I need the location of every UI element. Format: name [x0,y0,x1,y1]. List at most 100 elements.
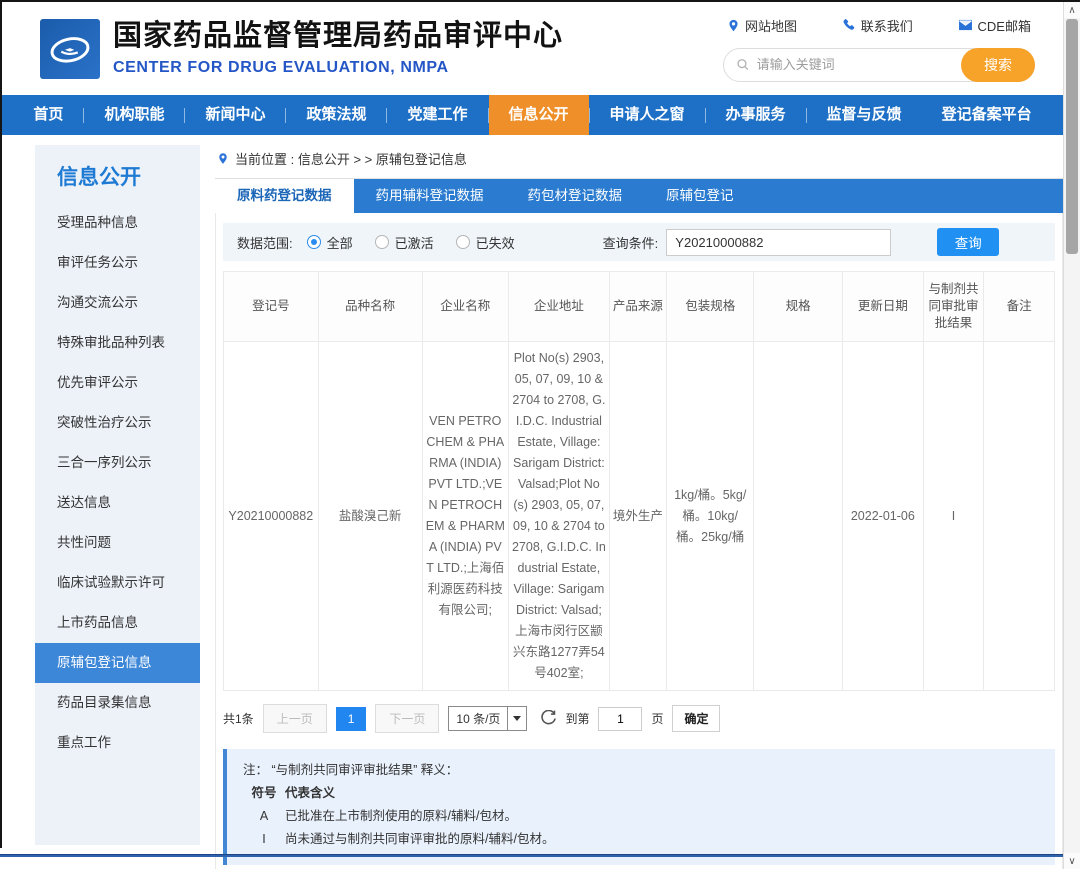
sidebar: 信息公开 受理品种信息 审评任务公示 沟通交流公示 特殊审批品种列表 优先审评公… [35,145,200,845]
content-panel: 数据范围: 全部 已激活 已失效 查询条件: [215,213,1063,869]
nav-party-building[interactable]: 党建工作 [387,95,487,135]
current-page-button[interactable]: 1 [336,707,367,731]
notes-line1: 注： “与制剂共同审评审批结果” 释义： [243,759,1039,782]
sidebar-item-drug-catalog[interactable]: 药品目录集信息 [35,683,200,723]
notes-symbol-i: I [243,828,285,851]
link-cde-mail[interactable]: CDE邮箱 [958,16,1031,35]
col-company-name: 企业名称 [422,272,508,342]
sidebar-item-communication[interactable]: 沟通交流公示 [35,283,200,323]
goto-unit: 页 [651,710,663,727]
tab-bar: 原料药登记数据 药用辅料登记数据 药包材登记数据 原辅包登记 [215,179,1063,213]
radio-option-expired[interactable]: 已失效 [456,233,515,252]
main-nav: 首页 机构职能 新闻中心 政策法规 党建工作 信息公开 申请人之窗 办事服务 监… [2,95,1063,135]
tab-packaging-registration-data[interactable]: 药包材登记数据 [506,179,645,213]
cell-remarks [984,342,1055,691]
radio-expired-icon[interactable] [456,235,470,249]
sidebar-item-api-excipient-registration[interactable]: 原辅包登记信息 [35,643,200,683]
goto-page-input[interactable] [598,707,642,731]
search-button[interactable]: 搜索 [961,48,1035,82]
sidebar-item-key-work[interactable]: 重点工作 [35,723,200,763]
scrollbar-thumb[interactable] [1066,19,1078,254]
col-remarks: 备注 [984,272,1055,342]
notes-symbol-header: 符号 [243,782,285,805]
sidebar-item-clinical-trial-license[interactable]: 临床试验默示许可 [35,563,200,603]
notes-symbol-a: A [243,805,285,828]
breadcrumb-text: 当前位置 : 信息公开 > > 原辅包登记信息 [235,149,467,168]
nav-news[interactable]: 新闻中心 [185,95,285,135]
scope-label: 数据范围: [237,233,293,252]
breadcrumb: 当前位置 : 信息公开 > > 原辅包登记信息 [215,145,1063,179]
sidebar-item-breakthrough-therapy[interactable]: 突破性治疗公示 [35,403,200,443]
link-contact[interactable]: 联系我们 [842,16,913,35]
tab-api-registration-data[interactable]: 原料药登记数据 [215,179,354,213]
tab-excipient-registration-data[interactable]: 药用辅料登记数据 [354,179,506,213]
scroll-up-icon[interactable]: ∧ [1064,2,1080,18]
nav-registration-platform[interactable]: 登记备案平台 [922,95,1052,135]
col-company-address: 企业地址 [508,272,609,342]
sidebar-item-priority-review[interactable]: 优先审评公示 [35,363,200,403]
location-pin-icon [727,18,740,33]
sidebar-item-accepted-varieties[interactable]: 受理品种信息 [35,203,200,243]
refresh-button[interactable] [540,710,557,727]
nav-info-disclosure[interactable]: 信息公开 [489,95,589,135]
site-subtitle: CENTER FOR DRUG EVALUATION, NMPA [113,59,563,77]
phone-icon [842,18,856,32]
sidebar-item-three-in-one[interactable]: 三合一序列公示 [35,443,200,483]
nav-supervision-feedback[interactable]: 监督与反馈 [807,95,922,135]
link-cde-mail-label: CDE邮箱 [978,16,1031,35]
confirm-button[interactable]: 确定 [672,705,720,732]
cde-logo [40,19,100,79]
nav-policies[interactable]: 政策法规 [286,95,386,135]
footer-divider [0,854,1063,857]
nav-services[interactable]: 办事服务 [706,95,806,135]
sidebar-title: 信息公开 [35,161,200,191]
table-header-row: 登记号 品种名称 企业名称 企业地址 产品来源 包装规格 规格 更新日期 与制剂… [224,272,1055,342]
notes-header-row: 符号 代表含义 [243,782,1039,805]
radio-activated-icon[interactable] [375,235,389,249]
content-area: 当前位置 : 信息公开 > > 原辅包登记信息 原料药登记数据 药用辅料登记数据… [215,145,1063,845]
nav-home[interactable]: 首页 [13,95,83,135]
sidebar-item-common-issues[interactable]: 共性问题 [35,523,200,563]
tab-api-excipient-registration[interactable]: 原辅包登记 [644,179,756,213]
link-sitemap[interactable]: 网站地图 [727,16,797,35]
radio-option-all[interactable]: 全部 [307,233,353,252]
cell-packaging-spec: 1kg/桶。5kg/桶。10kg/桶。25kg/桶 [667,342,754,691]
notes-box: 注： “与制剂共同审评审批结果” 释义： 符号 代表含义 A 已批准在上市制剂使… [223,749,1055,865]
notes-meaning-i: 尚未通过与制剂共同审评审批的原料/辅料/包材。 [285,828,554,851]
location-pin-icon [217,151,229,166]
cell-variety-name: 盐酸溴己新 [318,342,422,691]
radio-activated-label: 已激活 [395,233,434,252]
search-input[interactable] [757,57,958,72]
prev-page-button[interactable]: 上一页 [263,704,327,733]
radio-all-selected-icon[interactable] [307,235,321,249]
page-size-select[interactable]: 10 条/页 [448,706,527,731]
envelope-icon [958,19,973,31]
notes-row-i: I 尚未通过与制剂共同审评审批的原料/辅料/包材。 [243,828,1039,851]
radio-option-activated[interactable]: 已激活 [375,233,434,252]
nav-functions[interactable]: 机构职能 [84,95,184,135]
main-area: 信息公开 受理品种信息 审评任务公示 沟通交流公示 特殊审批品种列表 优先审评公… [2,145,1063,845]
notes-row-a: A 已批准在上市制剂使用的原料/辅料/包材。 [243,805,1039,828]
sidebar-item-delivery-info[interactable]: 送达信息 [35,483,200,523]
radio-all-label: 全部 [327,233,353,252]
radio-expired-label: 已失效 [476,233,515,252]
sidebar-item-marketed-drugs[interactable]: 上市药品信息 [35,603,200,643]
pagination: 共1条 上一页 1 下一页 10 条/页 到第 页 确定 [223,704,1055,733]
filter-bar: 数据范围: 全部 已激活 已失效 查询条件: [223,223,1055,261]
results-table: 登记号 品种名称 企业名称 企业地址 产品来源 包装规格 规格 更新日期 与制剂… [223,271,1055,691]
col-spec: 规格 [754,272,842,342]
vertical-scrollbar[interactable]: ∧ ∨ [1063,2,1080,869]
next-page-button[interactable]: 下一页 [375,704,439,733]
scroll-down-icon[interactable]: ∨ [1064,853,1080,869]
sidebar-item-special-approval[interactable]: 特殊审批品种列表 [35,323,200,363]
caret-down-icon[interactable] [507,707,526,730]
search-icon [736,57,750,72]
cell-company-name: VEN PETROCHEM & PHARMA (INDIA) PVT LTD.;… [422,342,508,691]
window-left-edge [0,2,2,848]
refresh-icon [540,710,557,727]
query-button[interactable]: 查询 [937,228,999,256]
sidebar-item-review-tasks[interactable]: 审评任务公示 [35,243,200,283]
query-condition-input[interactable] [666,229,891,256]
site-title: 国家药品监督管理局药品审评中心 [113,20,563,53]
nav-applicant-window[interactable]: 申请人之窗 [590,95,705,135]
